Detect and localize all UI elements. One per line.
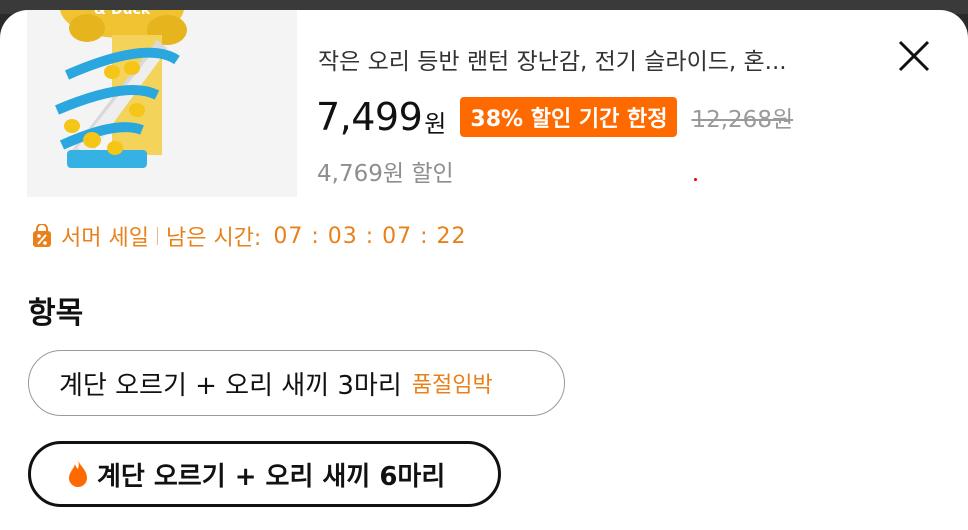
red-dot: [694, 178, 697, 181]
sale-banner: 서머 세일 남은 시간: 07 : 03 : 07 : 22: [31, 220, 467, 252]
sale-price: 7,499: [316, 95, 423, 139]
savings-amount: 4,769원 할인: [317, 161, 454, 187]
low-stock-tag: 품절임박: [411, 373, 493, 398]
countdown-timer: 07 : 03 : 07 : 22: [273, 223, 467, 249]
sale-divider: [156, 227, 158, 245]
option-bottom-sheet: & Duck 작은 오리 등반 랜턴 장난감, 전기 슬라이드, 혼... 7,…: [0, 10, 968, 530]
product-image-caption: & Duck: [94, 10, 151, 18]
shopping-bag-percent-icon: [31, 224, 53, 248]
options-section-title: 항목: [28, 296, 84, 331]
price-unit: 원: [424, 109, 447, 138]
option-chip-3-ducklings[interactable]: 계단 오르기 + 오리 새끼 3마리 품절임박: [28, 350, 565, 416]
close-icon: [898, 40, 930, 72]
remaining-time-label: 남은 시간:: [165, 226, 262, 251]
close-button[interactable]: [893, 35, 935, 77]
discount-badge: 38% 할인 기간 한정: [460, 97, 678, 137]
product-title: 작은 오리 등반 랜턴 장난감, 전기 슬라이드, 혼...: [318, 49, 787, 75]
flame-icon: [67, 459, 89, 489]
sale-label: 서머 세일: [61, 226, 149, 251]
price-row: 7,499 원 38% 할인 기간 한정 12,268원: [316, 92, 793, 142]
option-label: 계단 오르기 + 오리 새끼 6마리: [97, 461, 446, 492]
option-chip-6-ducklings[interactable]: 계단 오르기 + 오리 새끼 6마리: [28, 441, 501, 507]
option-label: 계단 오르기 + 오리 새끼 3마리: [59, 370, 402, 401]
product-image: & Duck: [27, 10, 297, 197]
original-price: 12,268원: [691, 107, 794, 133]
